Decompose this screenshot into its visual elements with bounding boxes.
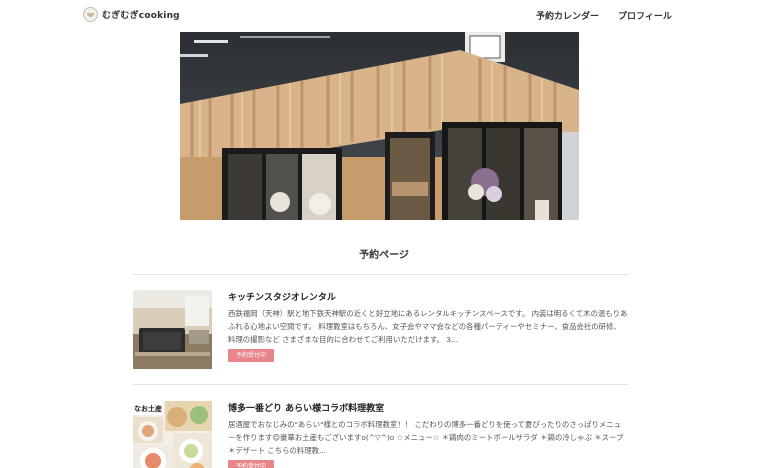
status-badge: 予約受付中 [228, 349, 274, 362]
listing-thumbnail[interactable]: なお土産 [133, 401, 212, 468]
listing-thumbnail[interactable] [133, 290, 212, 369]
page-title: 予約ページ [359, 250, 409, 261]
divider [133, 384, 628, 385]
hero-image [180, 32, 579, 220]
nav-link-profile[interactable]: プロフィール [618, 9, 672, 22]
divider [133, 274, 628, 275]
listing-description: 居酒屋でおなじみの"あらい"様とのコラボ料理教室！！ こだわりの博多一番どりを使… [228, 420, 624, 455]
status-badge: 予約受付中 [228, 460, 274, 468]
listing-card-kitchen-studio-rental[interactable]: キッチンスタジオレンタル 西鉄福岡（天神）駅と地下鉄天神駅の近くと好立地にあるレ… [133, 290, 628, 370]
site-logo[interactable]: むぎむぎcooking [83, 7, 180, 22]
listing-description: 西鉄福岡（天神）駅と地下鉄天神駅の近くと好立地にあるレンタルキッチンスペースです… [228, 309, 628, 344]
logo-bowl-icon [83, 7, 98, 22]
logo-text: むぎむぎcooking [102, 11, 180, 21]
listing-card-hakata-collab-class[interactable]: なお土産 博多一番どり あらい様コラボ料理教室 居酒屋でおなじみの"あらい"様と… [133, 401, 628, 468]
listing-title[interactable]: 博多一番どり あらい様コラボ料理教室 [228, 401, 384, 414]
nav-link-reservation-calendar[interactable]: 予約カレンダー [536, 9, 599, 22]
site-header: むぎむぎcooking 予約カレンダー プロフィール [0, 0, 768, 30]
thumbnail-caption: なお土産 [134, 404, 162, 413]
listing-title[interactable]: キッチンスタジオレンタル [228, 290, 336, 303]
